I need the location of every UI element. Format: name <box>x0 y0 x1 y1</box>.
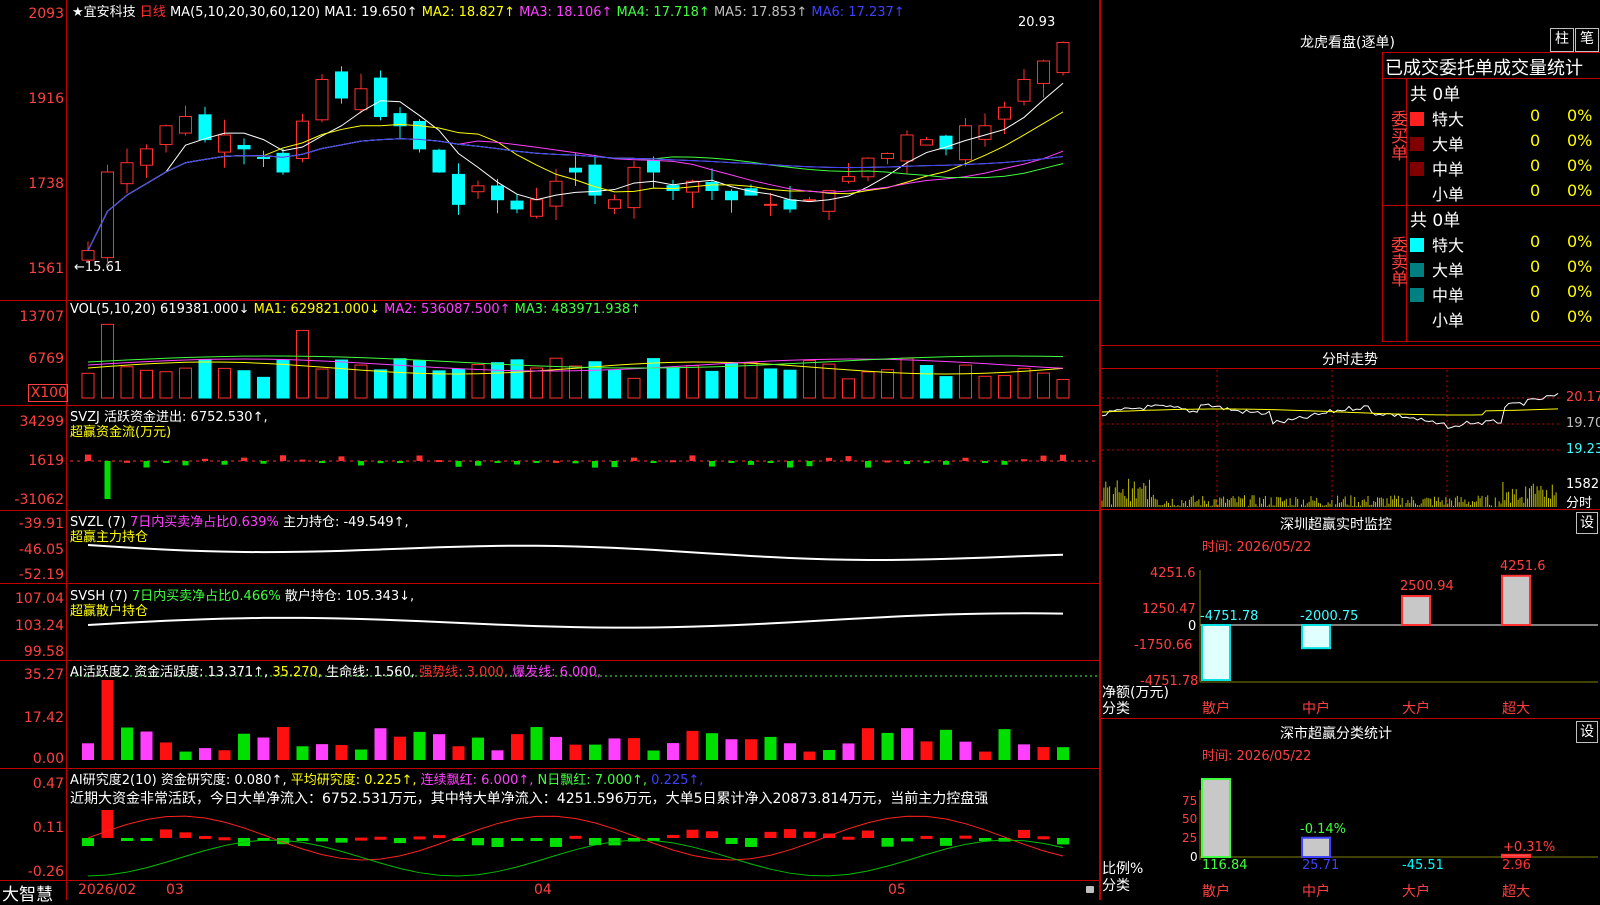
class-bar-value: 116.84 <box>1202 858 1248 873</box>
sell-order-pct: 0% <box>1567 307 1593 326</box>
buy-color-swatch <box>1410 137 1424 151</box>
sell-order-type: 特大 <box>1432 236 1465 255</box>
class-category-label: 超大 <box>1502 884 1530 900</box>
buy-row: 中单 0 0% <box>1410 156 1592 180</box>
monitor-bar <box>1301 624 1331 650</box>
sell-color-swatch <box>1410 288 1424 302</box>
sell-color-swatch <box>1410 263 1424 277</box>
class-bar-value: 25.71 <box>1302 858 1340 873</box>
buy-order-type: 特大 <box>1432 110 1465 129</box>
sell-order-count: 0 <box>1530 257 1541 276</box>
buy-row: 小单 0 0% <box>1410 181 1592 205</box>
sell-row: 小单 0 0% <box>1410 307 1592 331</box>
sell-order-pct: 0% <box>1567 257 1593 276</box>
sell-order-type: 小单 <box>1432 311 1465 330</box>
buy-order-type: 中单 <box>1432 160 1465 179</box>
monitor-bar-value: 4251.6 <box>1500 558 1546 574</box>
monitor-bar-value: -2000.75 <box>1300 609 1359 624</box>
buy-color-swatch <box>1410 112 1424 126</box>
class-bar <box>1301 836 1331 859</box>
class-bar-value: 2.96 <box>1502 858 1531 873</box>
monitor-category-label: 中户 <box>1302 701 1330 717</box>
right-charts <box>1101 370 1598 860</box>
sell-order-pct: 0% <box>1567 282 1593 301</box>
buy-color-swatch <box>1410 162 1424 176</box>
buy-order-pct: 0% <box>1567 106 1593 125</box>
buy-order-count: 0 <box>1530 156 1541 175</box>
buy-order-pct: 0% <box>1567 181 1593 200</box>
sell-order-count: 0 <box>1530 232 1541 251</box>
monitor-bar-value: -4751.78 <box>1200 609 1259 624</box>
sell-order-count: 0 <box>1530 282 1541 301</box>
class-category-label: 散户 <box>1202 884 1230 900</box>
monitor-bar <box>1501 574 1531 626</box>
buy-order-count: 0 <box>1530 106 1541 125</box>
sell-row: 大单 0 0% <box>1410 257 1592 281</box>
class-category-label: 中户 <box>1302 884 1330 900</box>
sell-order-type: 中单 <box>1432 286 1465 305</box>
sell-color-swatch <box>1410 238 1424 252</box>
class-category-label: 大户 <box>1402 884 1430 900</box>
monitor-bar <box>1201 624 1231 681</box>
buy-order-type: 大单 <box>1432 135 1465 154</box>
buy-order-count: 0 <box>1530 131 1541 150</box>
buy-order-type: 小单 <box>1432 185 1465 204</box>
class-bar <box>1501 853 1531 859</box>
sell-order-pct: 0% <box>1567 232 1593 251</box>
sell-order-type: 大单 <box>1432 261 1465 280</box>
class-bar-value: -45.51 <box>1402 858 1444 873</box>
monitor-category-label: 散户 <box>1202 701 1230 717</box>
buy-row: 大单 0 0% <box>1410 131 1592 155</box>
buy-order-pct: 0% <box>1567 131 1593 150</box>
monitor-category-label: 大户 <box>1402 701 1430 717</box>
sell-row: 特大 0 0% <box>1410 232 1592 256</box>
monitor-bar <box>1401 595 1431 627</box>
monitor-category-label: 超大 <box>1502 701 1530 717</box>
buy-row: 特大 0 0% <box>1410 106 1592 130</box>
sell-row: 中单 0 0% <box>1410 282 1592 306</box>
buy-order-pct: 0% <box>1567 156 1593 175</box>
class-bar <box>1201 778 1231 858</box>
buy-order-count: 0 <box>1530 181 1541 200</box>
sell-order-count: 0 <box>1530 307 1541 326</box>
monitor-bar-value: 2500.94 <box>1400 579 1454 595</box>
